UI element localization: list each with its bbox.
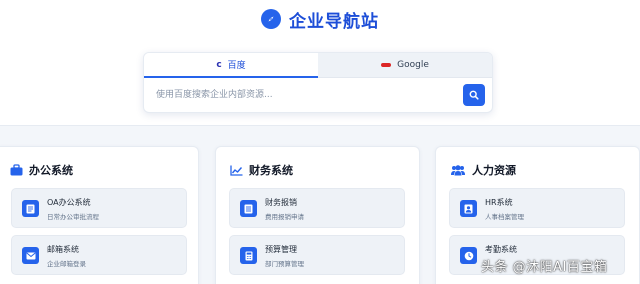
search-input[interactable] [156,84,456,106]
google-icon [381,63,392,67]
panel-finance: 财务系统 财务报销 费用报销申请 预算管理 部门预算管理 [215,146,420,284]
watermark-text: 头条 @沐阳AI百宝箱 [481,260,608,275]
search-engine-tabs: c 百度 Google [144,53,492,78]
briefcase-icon [10,164,23,176]
panel-header: 办公系统 [10,161,73,179]
calculator-icon [240,247,257,264]
panel-title: 办公系统 [29,164,73,177]
panel-office: 办公系统 OA办公系统 日常办公审批流程 邮箱系统 企业邮箱登录 [0,146,199,284]
link-mail-system[interactable]: 邮箱系统 企业邮箱登录 [11,235,187,275]
users-icon [451,164,465,175]
search-row [144,78,492,112]
clock-icon [460,247,477,264]
panel-title: 人力资源 [472,164,516,177]
item-desc: 费用报销申请 [265,213,304,221]
item-desc: 人事档案管理 [485,213,524,221]
tab-label: Google [397,60,429,70]
baidu-icon: c [216,59,222,70]
panel-title: 财务系统 [249,164,293,177]
user-icon [460,200,477,217]
link-oa-system[interactable]: OA办公系统 日常办公审批流程 [11,188,187,228]
search-button[interactable] [463,84,485,106]
envelope-icon [22,247,39,264]
panel-header: 人力资源 [450,161,516,179]
item-name: 财务报销 [265,198,297,207]
site-header: 企业导航站 [0,7,640,32]
item-name: HR系统 [485,198,513,207]
link-hr-system[interactable]: HR系统 人事档案管理 [449,188,625,228]
top-section: 企业导航站 c 百度 Google [0,0,640,126]
item-desc: 日常办公审批流程 [47,213,99,221]
site-title: 企业导航站 [289,11,379,32]
item-name: OA办公系统 [47,198,91,207]
item-name: 考勤系统 [485,245,517,254]
item-desc: 部门预算管理 [265,260,304,268]
tab-label: 百度 [227,61,246,71]
compass-icon [261,9,281,29]
document-icon [22,200,39,217]
panel-header: 财务系统 [230,161,293,179]
search-card: c 百度 Google [143,52,493,113]
link-budget[interactable]: 预算管理 部门预算管理 [229,235,405,275]
chart-line-icon [230,165,243,176]
receipt-icon [240,200,257,217]
item-desc: 企业邮箱登录 [47,260,86,268]
item-name: 预算管理 [265,245,297,254]
search-icon [469,90,479,100]
item-name: 邮箱系统 [47,245,79,254]
tab-google[interactable]: Google [318,53,492,78]
tab-baidu[interactable]: c 百度 [144,53,318,78]
link-expense-claim[interactable]: 财务报销 费用报销申请 [229,188,405,228]
